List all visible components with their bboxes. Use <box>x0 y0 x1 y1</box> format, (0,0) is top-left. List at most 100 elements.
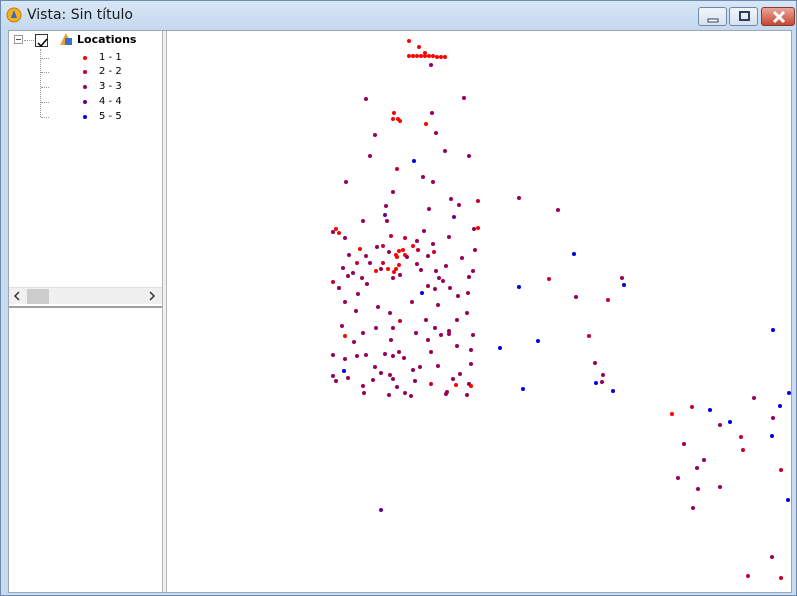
location-point <box>696 487 700 491</box>
minimize-icon <box>707 18 719 23</box>
location-point <box>457 203 461 207</box>
location-point <box>695 466 699 470</box>
location-point <box>384 204 388 208</box>
location-point <box>466 291 470 295</box>
table-of-contents-panel: Locations 1 - 1 2 - 2 3 - 3 4 - 4 5 - 5 <box>9 31 162 592</box>
location-point <box>600 380 604 384</box>
location-point <box>395 255 399 259</box>
location-point <box>373 365 377 369</box>
location-point <box>779 576 783 580</box>
location-point <box>387 250 391 254</box>
location-point <box>416 248 420 252</box>
location-point <box>334 227 338 231</box>
location-point <box>741 448 745 452</box>
minimize-button[interactable] <box>698 7 727 26</box>
location-point <box>391 190 395 194</box>
collapse-toggle-icon[interactable] <box>14 35 23 44</box>
location-point <box>448 286 452 290</box>
legend-label: 3 - 3 <box>99 81 122 92</box>
location-point <box>391 326 395 330</box>
location-point <box>786 498 790 502</box>
location-point <box>620 276 624 280</box>
location-point <box>460 256 464 260</box>
layer-visibility-checkbox[interactable] <box>35 34 48 48</box>
legend-item[interactable]: 5 - 5 <box>83 111 153 124</box>
location-point <box>368 261 372 265</box>
scroll-right-arrow-icon[interactable] <box>146 290 158 302</box>
location-point <box>355 354 359 358</box>
legend-symbol <box>83 115 87 119</box>
legend-item[interactable]: 1 - 1 <box>83 52 153 65</box>
maximize-button[interactable] <box>729 7 758 26</box>
location-point <box>403 391 407 395</box>
location-point <box>547 277 551 281</box>
window-title: Vista: Sin título <box>27 7 133 23</box>
scroll-left-arrow-icon[interactable] <box>11 290 23 302</box>
gvsig-app-icon <box>6 7 22 23</box>
location-point <box>771 328 775 332</box>
location-point <box>418 365 422 369</box>
location-point <box>465 311 469 315</box>
location-point <box>521 387 525 391</box>
location-point <box>431 242 435 246</box>
location-point <box>331 353 335 357</box>
location-point <box>374 326 378 330</box>
client-area: Locations 1 - 1 2 - 2 3 - 3 4 - 4 5 - 5 <box>8 30 792 593</box>
location-point <box>426 284 430 288</box>
legend-item[interactable]: 4 - 4 <box>83 96 153 109</box>
location-point <box>702 458 706 462</box>
location-point <box>682 442 686 446</box>
location-point <box>362 391 366 395</box>
location-point <box>770 434 774 438</box>
checkmark-icon <box>37 38 48 48</box>
location-point <box>443 55 447 59</box>
location-point <box>347 253 351 257</box>
layer-name[interactable]: Locations <box>77 33 136 46</box>
location-point <box>473 248 477 252</box>
location-point <box>718 485 722 489</box>
location-point <box>343 236 347 240</box>
location-point <box>670 412 674 416</box>
location-point <box>337 231 341 235</box>
location-point <box>622 283 626 287</box>
horizontal-scrollbar[interactable] <box>9 287 162 304</box>
location-point <box>360 276 364 280</box>
close-button[interactable] <box>761 7 795 26</box>
location-point <box>368 154 372 158</box>
location-point <box>787 391 791 395</box>
tree-connector <box>41 87 49 88</box>
location-point <box>433 287 437 291</box>
location-point <box>430 111 434 115</box>
location-point <box>337 286 341 290</box>
legend-item[interactable]: 2 - 2 <box>83 66 153 79</box>
location-point <box>361 219 365 223</box>
location-point <box>403 236 407 240</box>
location-point <box>391 377 395 381</box>
location-point <box>379 508 383 512</box>
location-point <box>361 331 365 335</box>
location-point <box>691 506 695 510</box>
location-point <box>676 476 680 480</box>
location-point <box>593 361 597 365</box>
location-point <box>465 393 469 397</box>
location-point <box>498 346 502 350</box>
location-point <box>771 416 775 420</box>
location-point <box>436 364 440 368</box>
map-canvas[interactable] <box>167 31 791 592</box>
location-point <box>427 54 431 58</box>
tree-connector <box>41 102 49 103</box>
legend-item[interactable]: 3 - 3 <box>83 81 153 94</box>
scrollbar-thumb[interactable] <box>27 289 49 304</box>
location-point <box>611 389 615 393</box>
location-point <box>401 248 405 252</box>
layer-tree: Locations 1 - 1 2 - 2 3 - 3 4 - 4 5 - 5 <box>9 31 162 287</box>
tree-connector <box>40 49 41 117</box>
location-point <box>429 63 433 67</box>
location-point <box>397 263 401 267</box>
title-bar[interactable]: Vista: Sin título <box>1 1 796 30</box>
legend-label: 2 - 2 <box>99 66 122 77</box>
location-point <box>517 285 521 289</box>
location-point <box>381 261 385 265</box>
location-point <box>395 385 399 389</box>
legend-label: 1 - 1 <box>99 52 122 63</box>
